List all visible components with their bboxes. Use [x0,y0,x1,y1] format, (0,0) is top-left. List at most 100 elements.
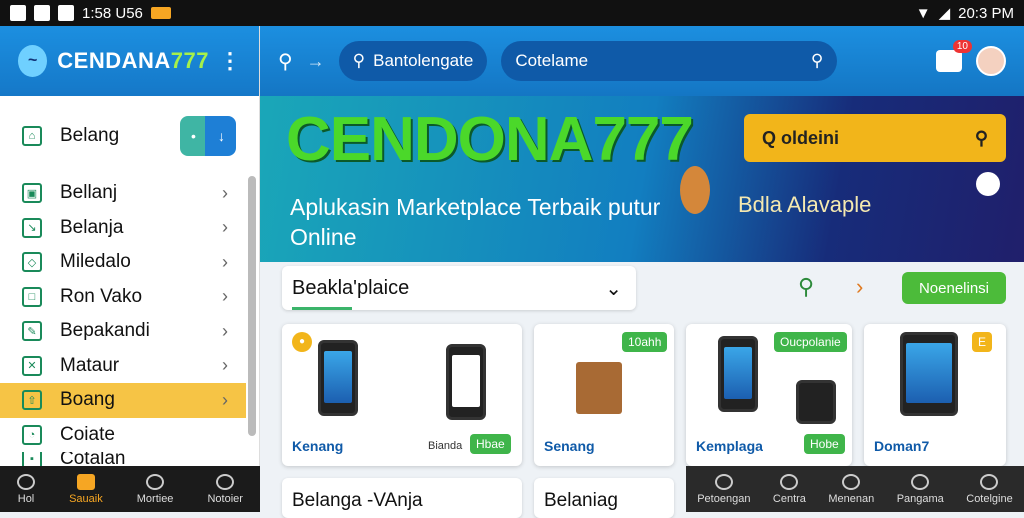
chevron-right-icon: › [222,389,228,410]
nav-item[interactable]: Petoengan [697,473,750,505]
bag-icon [714,473,733,490]
notification-icon[interactable]: 10 [936,40,972,72]
plant-image [576,362,622,414]
sidebar-item[interactable]: ✕ Mataur › [0,349,246,384]
sidebar-scrollbar[interactable] [248,176,256,436]
wifi-icon: ▼ [915,4,931,22]
sidebar-item-active[interactable]: ⇧ Boang › [0,383,246,418]
nav-shop[interactable]: Sauaik [69,473,103,505]
download-icon [842,473,861,490]
shop-icon [76,473,95,490]
product-card[interactable]: Belanga -VAnja [282,478,522,518]
search-icon: ⚲ [974,127,988,148]
hero-banner: CENDONA777 Aplukasin Marketplace Terbaik… [260,96,1024,262]
card-badge: E [972,332,993,352]
sidebar-menu: ⌂ Belang • ↓ ▣ Bellanj › ↘ Belanja › ◇ Miledalo ›… [0,96,246,466]
home-icon [17,473,36,490]
box-icon: ◇ [22,252,42,273]
nav-item[interactable]: Pangama [897,473,944,505]
phone-image [446,344,486,420]
product-card[interactable]: Belaniag [534,478,674,518]
chevron-down-icon: ⌄ [605,277,622,300]
banner-search[interactable]: Q oldeini ⚲ [744,114,1006,162]
banner-subtitle: Aplukasin Marketplace Terbaik putur Onli… [290,194,661,250]
sidebar-item[interactable]: ▪ Cotalan [0,452,246,466]
sidebar: ~ CENDANA777 ⋮ ⌂ Belang • ↓ ▣ Bellanj › ↘ Bela… [0,26,260,512]
arrow-right-icon[interactable]: → [307,51,325,72]
gear-icon[interactable] [976,172,1000,196]
sidebar-item[interactable]: ↘ Belanja › [0,211,246,246]
search-icon[interactable]: ⚲ [278,49,293,74]
nav-home[interactable]: Hol [17,473,36,505]
toggle-switch[interactable]: • ↓ [180,116,236,156]
chart-icon: ✕ [22,355,42,376]
sidebar-item[interactable]: □ Ron Vako › [0,280,246,315]
store-icon: ⌂ [22,126,42,146]
phone-image [318,340,358,416]
user-icon [980,473,999,490]
sidebar-item[interactable]: ◔ Coiate [0,418,246,453]
circle-icon [58,5,74,21]
plane-icon [911,473,930,490]
battery-icon [150,7,171,19]
card-tag: Senang [544,438,595,454]
category-select[interactable]: Beakla'plaice ⌄ [282,266,636,310]
chevron-right-icon: › [222,320,228,341]
search-input[interactable]: Cotelame ⚲ [501,41,838,81]
action-button[interactable]: Noenelinsi [902,272,1006,304]
status-bar: 1:58 U56 ▼ ◢ 20:3 PM [0,0,1024,26]
nav-item[interactable]: Menenan [828,473,874,505]
image-icon: ▣ [22,183,42,204]
search-icon: ⚲ [352,51,366,70]
sidebar-item[interactable]: ⌂ Belang • ↓ [0,96,246,176]
banner-title: CENDONA777 [286,105,694,174]
chevron-right-icon: › [222,182,228,203]
card-badge: Hobe [804,434,845,454]
phone-image [900,332,958,416]
status-time: 20:3 PM [958,4,1014,22]
avatar[interactable] [976,46,1006,76]
product-card[interactable]: Oucpolanie Kemplaga Hobe [686,324,852,466]
chevron-right-icon: › [222,217,228,238]
card-badge: 10ahh [622,332,668,352]
sidebar-item[interactable]: ▣ Bellanj › [0,176,246,211]
card-tag: Kemplaga [696,438,763,454]
bottom-nav-left: Hol Sauaik Mortiee Notoier [0,466,260,512]
doc-icon: □ [22,286,42,307]
nav-profile[interactable]: Notoier [207,473,243,505]
search-pill[interactable]: ⚲ Bantolengate [338,41,488,81]
search-icon [146,473,165,490]
chevron-right-icon[interactable]: › [856,274,863,300]
card-badge: Oucpolanie [774,332,847,352]
search-icon[interactable]: ⚲ [798,274,814,300]
phone-image [796,380,836,424]
kebab-menu-icon[interactable]: ⋮ [219,48,241,74]
app-icon [10,5,26,21]
banner-tag: Bdla Alavaple [738,192,872,217]
bottom-nav-right: Petoengan Centra Menenan Pangama Cotelgi… [686,466,1024,512]
chevron-right-icon: › [222,286,228,307]
share-icon: ⇧ [22,390,42,411]
badge-dot: ● [292,332,312,352]
product-card[interactable]: 10ahh Senang [534,324,674,466]
sidebar-item[interactable]: ✎ Bepakandi › [0,314,246,349]
card-tag: Doman7 [874,438,930,454]
product-card[interactable]: Kenang Bianda Hbae [282,324,522,466]
decor-icon [680,166,710,214]
cursor-icon: ↘ [22,217,42,238]
signal-icon: ◢ [938,5,951,22]
clock-icon: ◔ [22,424,42,445]
chevron-right-icon: › [222,251,228,272]
nav-search[interactable]: Mortiee [137,473,173,505]
card-tag: Kenang [292,438,344,454]
status-left-text: 1:58 U56 [82,4,143,22]
home-icon [780,473,799,490]
card-badge: Hbae [470,434,511,454]
nav-item[interactable]: Cotelgine [966,473,1013,505]
top-bar: ⚲ → ⚲ Bantolengate Cotelame ⚲ 10 [260,26,1024,96]
notification-badge: 10 [952,40,972,53]
sidebar-item[interactable]: ◇ Miledalo › [0,245,246,280]
image-icon [34,5,50,21]
product-card[interactable]: E Doman7 [864,324,1006,466]
nav-item[interactable]: Centra [773,473,806,505]
